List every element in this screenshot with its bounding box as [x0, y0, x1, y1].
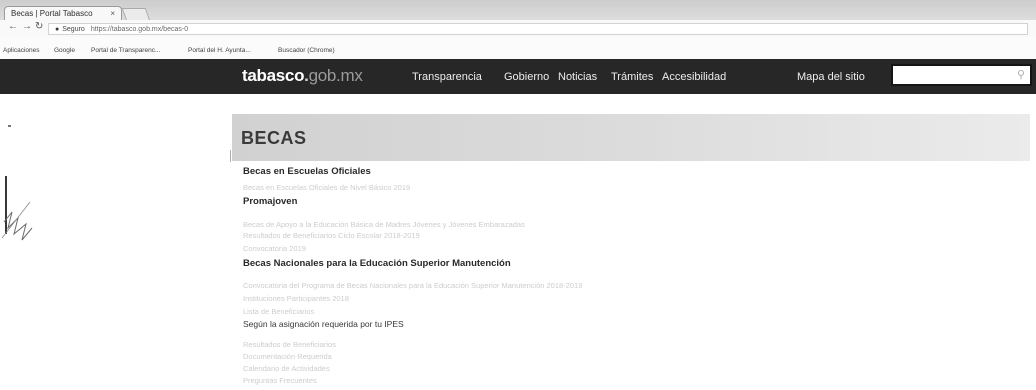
- close-icon[interactable]: ×: [110, 7, 115, 20]
- link-manutencion-calendario[interactable]: Calendario de Actividades: [243, 364, 330, 373]
- bookmark-ayuntamiento[interactable]: Portal del H. Ayunta...: [188, 47, 251, 54]
- link-manutencion-documentacion[interactable]: Documentación Requerida: [243, 352, 332, 361]
- nav-mapa-del-sitio[interactable]: Mapa del sitio: [797, 71, 865, 83]
- link-promajoven-convocatoria[interactable]: Convocatoria 2019: [243, 244, 306, 253]
- section-heading-promajoven: Promajoven: [243, 196, 298, 207]
- section-heading-escuelas: Becas en Escuelas Oficiales: [243, 166, 371, 177]
- link-promajoven-resultados[interactable]: Resultados de Beneficiarios Ciclo Escola…: [243, 231, 420, 240]
- secure-label: Seguro: [62, 26, 85, 33]
- nav-gobierno[interactable]: Gobierno: [504, 71, 549, 83]
- scan-mark: [8, 125, 11, 127]
- manutencion-note: Según la asignación requerida por tu IPE…: [243, 319, 404, 329]
- link-promajoven-apoyo[interactable]: Becas de Apoyo a la Educación Básica de …: [243, 220, 525, 229]
- nav-accesibilidad[interactable]: Accesibilidad: [662, 71, 726, 83]
- page-title: BECAS: [241, 128, 307, 148]
- browser-tab[interactable]: Becas | Portal Tabasco ×: [4, 6, 122, 20]
- browser-tabstrip: Becas | Portal Tabasco ×: [0, 0, 1036, 21]
- bookmark-apps[interactable]: Aplicaciones: [3, 47, 40, 54]
- bookmark-transparencia[interactable]: Portal de Transparenc...: [91, 47, 160, 54]
- bookmark-google[interactable]: Google: [54, 47, 75, 54]
- bookmark-buscador[interactable]: Buscador (Chrome): [278, 47, 335, 54]
- link-escuelas-nivel-basico[interactable]: Becas en Escuelas Oficiales de Nivel Bás…: [243, 183, 410, 192]
- url-text: https://tabasco.gob.mx/becas-0: [90, 26, 189, 33]
- back-icon[interactable]: ←: [8, 21, 18, 32]
- link-manutencion-convocatoria[interactable]: Convocatoria del Programa de Becas Nacio…: [243, 281, 582, 290]
- nav-tramites[interactable]: Trámites: [611, 71, 653, 83]
- reload-icon[interactable]: ↻: [35, 21, 43, 32]
- lock-icon: ●: [55, 26, 60, 33]
- scan-mark-2: [230, 150, 231, 162]
- forward-icon[interactable]: →: [22, 21, 32, 32]
- link-manutencion-beneficiarios[interactable]: Lista de Beneficiarios: [243, 307, 314, 316]
- pen-scribble: [1, 201, 33, 241]
- page-banner: [232, 114, 1030, 161]
- link-manutencion-preguntas[interactable]: Preguntas Frecuentes: [243, 376, 317, 385]
- nav-transparencia[interactable]: Transparencia: [412, 71, 482, 83]
- link-manutencion-resultados[interactable]: Resultados de Beneficiarios: [243, 340, 336, 349]
- logo-domain: gob.mx: [308, 66, 363, 85]
- url-field[interactable]: ● Seguro https://tabasco.gob.mx/becas-0: [48, 23, 1028, 35]
- search-icon[interactable]: ⚲: [1017, 68, 1025, 81]
- tab-title: Becas | Portal Tabasco: [11, 9, 93, 18]
- link-manutencion-instituciones[interactable]: Instituciones Participantes 2018: [243, 294, 349, 303]
- site-search-input[interactable]: ⚲: [891, 64, 1032, 86]
- logo-main: tabasco: [242, 66, 305, 85]
- section-heading-manutencion: Becas Nacionales para la Educación Super…: [243, 258, 511, 269]
- site-logo[interactable]: tabasco.gob.mx: [242, 66, 363, 86]
- nav-noticias[interactable]: Noticias: [558, 71, 597, 83]
